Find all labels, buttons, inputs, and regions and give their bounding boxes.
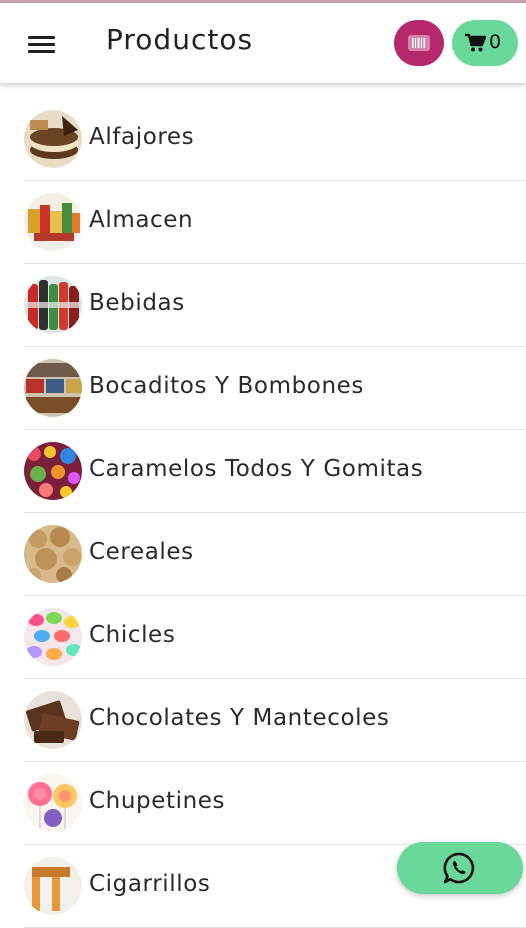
cart-icon bbox=[465, 33, 487, 52]
list-item-bocaditos[interactable]: Bocaditos Y Bombones bbox=[24, 347, 526, 430]
list-item-label: Cereales bbox=[89, 539, 194, 565]
whatsapp-button[interactable] bbox=[397, 842, 523, 894]
list-item-label: Caramelos Todos Y Gomitas bbox=[89, 456, 424, 482]
menu-button[interactable] bbox=[22, 29, 62, 61]
chocolates-thumbnail bbox=[24, 691, 82, 749]
category-list: Alfajores Almacen Bebidas Bocaditos Y Bo… bbox=[0, 98, 526, 928]
cigarrillos-thumbnail bbox=[24, 857, 82, 915]
list-item-label: Cigarrillos bbox=[89, 871, 211, 897]
list-item-chocolates[interactable]: Chocolates Y Mantecoles bbox=[24, 679, 526, 762]
list-item-label: Chicles bbox=[89, 622, 176, 648]
hamburger-menu-icon bbox=[28, 36, 55, 39]
barcode-scan-button[interactable] bbox=[394, 20, 444, 66]
list-item-bebidas[interactable]: Bebidas bbox=[24, 264, 526, 347]
list-item-almacen[interactable]: Almacen bbox=[24, 181, 526, 264]
list-item-label: Chupetines bbox=[89, 788, 226, 814]
list-item-chupetines[interactable]: Chupetines bbox=[24, 762, 526, 845]
bebidas-thumbnail bbox=[24, 276, 82, 334]
list-item-alfajores[interactable]: Alfajores bbox=[24, 98, 526, 181]
list-item-label: Bocaditos Y Bombones bbox=[89, 373, 364, 399]
list-item-chicles[interactable]: Chicles bbox=[24, 596, 526, 679]
page-title: Productos bbox=[106, 23, 254, 56]
app-header: Productos 0 bbox=[0, 3, 526, 83]
whatsapp-icon bbox=[443, 852, 475, 884]
barcode-icon bbox=[408, 35, 430, 51]
cart-count: 0 bbox=[489, 31, 502, 53]
list-item-label: Chocolates Y Mantecoles bbox=[89, 705, 390, 731]
list-item-label: Almacen bbox=[89, 207, 194, 233]
cart-button[interactable]: 0 bbox=[452, 20, 518, 66]
bocaditos-thumbnail bbox=[24, 359, 82, 417]
caramelos-thumbnail bbox=[24, 442, 82, 500]
almacen-thumbnail bbox=[24, 193, 82, 251]
list-item-cereales[interactable]: Cereales bbox=[24, 513, 526, 596]
list-item-caramelos[interactable]: Caramelos Todos Y Gomitas bbox=[24, 430, 526, 513]
list-item-label: Bebidas bbox=[89, 290, 185, 316]
alfajores-thumbnail bbox=[24, 110, 82, 168]
cereales-thumbnail bbox=[24, 525, 82, 583]
chicles-thumbnail bbox=[24, 608, 82, 666]
chupetines-thumbnail bbox=[24, 774, 82, 832]
list-item-label: Alfajores bbox=[89, 124, 195, 150]
